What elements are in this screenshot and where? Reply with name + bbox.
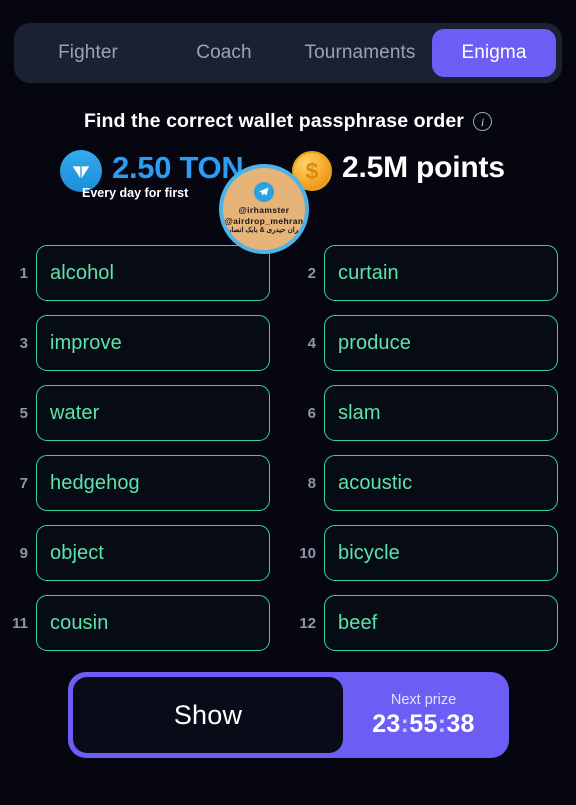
word-slot[interactable]: object <box>36 525 270 581</box>
countdown-seconds: 38 <box>446 709 475 738</box>
info-icon-glyph: i <box>480 114 485 129</box>
watermark-handle-1: @irhamster <box>238 205 290 215</box>
word-index: 8 <box>307 474 316 492</box>
grid-row: 5 water 6 slam <box>0 378 576 448</box>
word-index: 1 <box>19 264 28 282</box>
word-slot[interactable]: acoustic <box>324 455 558 511</box>
word-index: 6 <box>307 404 316 422</box>
passphrase-grid: 1 alcohol 2 curtain 3 improve 4 produce … <box>0 238 576 658</box>
watermark-handle-2: @airdrop_mehran <box>224 215 304 226</box>
next-prize-timer: Next prize 23:55:38 <box>343 677 504 753</box>
word-slot[interactable]: beef <box>324 595 558 651</box>
grid-cell: 6 slam <box>288 378 576 448</box>
grid-cell: 2 curtain <box>288 238 576 308</box>
tab-enigma-label: Enigma <box>461 42 527 63</box>
ton-subtitle: Every day for first <box>82 186 189 200</box>
word-index: 2 <box>307 264 316 282</box>
grid-cell: 8 acoustic <box>288 448 576 518</box>
info-icon[interactable]: i <box>473 112 493 131</box>
grid-cell: 10 bicycle <box>288 518 576 588</box>
word-slot[interactable]: produce <box>324 315 558 371</box>
show-button-label: Show <box>173 699 243 730</box>
enigma-screen: Fighter Coach Tournaments Enigma Find th… <box>0 0 576 805</box>
word-slot[interactable]: slam <box>324 385 558 441</box>
countdown-timer: 23:55:38 <box>372 710 475 739</box>
ton-amount: 2.50 TON <box>112 150 244 185</box>
grid-row: 1 alcohol 2 curtain <box>0 238 576 308</box>
main-tab-bar: Fighter Coach Tournaments Enigma <box>14 23 562 83</box>
next-prize-label: Next prize <box>390 691 457 708</box>
points-amount: 2.5M points <box>342 151 505 184</box>
grid-cell: 3 improve <box>0 308 288 378</box>
tab-tournaments-label: Tournaments <box>304 42 416 63</box>
page-title-row: Find the correct wallet passphrase order… <box>0 110 576 133</box>
word-slot[interactable]: alcohol <box>36 245 270 301</box>
tab-tournaments[interactable]: Tournaments <box>292 29 428 77</box>
word-slot[interactable]: water <box>36 385 270 441</box>
word-slot[interactable]: improve <box>36 315 270 371</box>
word-slot[interactable]: bicycle <box>324 525 558 581</box>
grid-cell: 12 beef <box>288 588 576 658</box>
grid-cell: 9 object <box>0 518 288 588</box>
grid-row: 9 object 10 bicycle <box>0 518 576 588</box>
countdown-minutes: 55 <box>409 709 438 738</box>
word-index: 11 <box>12 614 28 632</box>
tab-enigma[interactable]: Enigma <box>432 29 556 77</box>
word-index: 10 <box>299 544 316 562</box>
word-slot[interactable]: cousin <box>36 595 270 651</box>
grid-row: 7 hedgehog 8 acoustic <box>0 448 576 518</box>
word-index: 7 <box>19 474 28 492</box>
bottom-action-bar: Show Next prize 23:55:38 <box>68 672 509 758</box>
coin-glyph: $ <box>305 157 319 184</box>
countdown-hours: 23 <box>372 709 401 738</box>
grid-cell: 7 hedgehog <box>0 448 288 518</box>
show-button[interactable]: Show <box>73 677 343 753</box>
word-index: 5 <box>19 404 28 422</box>
tab-coach-label: Coach <box>196 42 252 63</box>
grid-cell: 11 cousin <box>0 588 288 658</box>
tab-coach[interactable]: Coach <box>156 29 292 77</box>
grid-cell: 4 produce <box>288 308 576 378</box>
watermark-sticker: @irhamster @airdrop_mehran مهران حیدری &… <box>219 164 309 254</box>
watermark-handle-3: مهران حیدری & بابک انصاری <box>222 227 306 235</box>
word-index: 9 <box>19 544 28 562</box>
telegram-icon <box>254 182 274 202</box>
word-index: 4 <box>307 334 316 352</box>
tab-fighter-label: Fighter <box>58 42 118 63</box>
word-slot[interactable]: hedgehog <box>36 455 270 511</box>
word-index: 3 <box>19 334 28 352</box>
grid-row: 11 cousin 12 beef <box>0 588 576 658</box>
page-title: Find the correct wallet passphrase order <box>83 110 465 132</box>
grid-cell: 5 water <box>0 378 288 448</box>
countdown-sep: : <box>400 709 410 738</box>
grid-row: 3 improve 4 produce <box>0 308 576 378</box>
word-index: 12 <box>299 614 316 632</box>
word-slot[interactable]: curtain <box>324 245 558 301</box>
tab-fighter[interactable]: Fighter <box>20 29 156 77</box>
